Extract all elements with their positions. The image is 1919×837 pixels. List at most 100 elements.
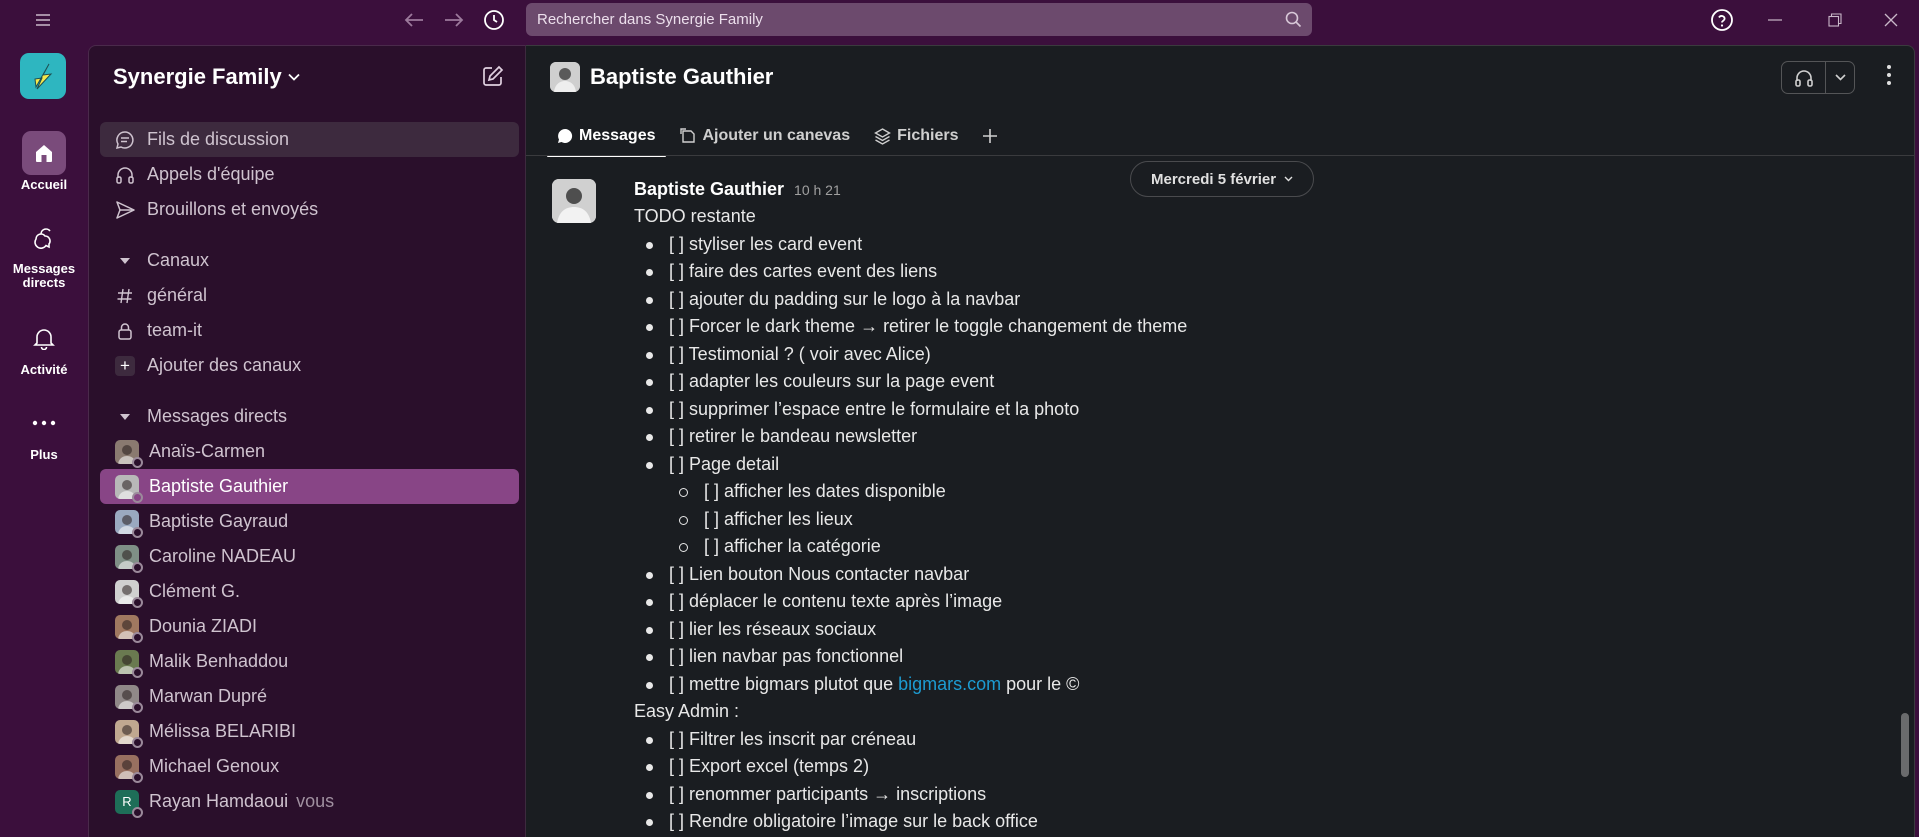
date-divider-button[interactable]: Mercredi 5 février	[1130, 161, 1315, 197]
plus-icon: +	[115, 355, 135, 376]
sidebar-item-dm[interactable]: Anaïs-Carmen	[100, 434, 519, 469]
sidebar-item-dm[interactable]: Michael Genoux	[100, 749, 519, 784]
minimize-icon[interactable]	[1760, 6, 1790, 34]
home-icon	[22, 131, 66, 175]
list-item-text: [ ] lien navbar pas fonctionnel	[669, 646, 904, 666]
list-item: [ ] ajouter du padding sur le logo à la …	[634, 286, 1834, 314]
sidebar-item-threads[interactable]: Fils de discussion	[100, 122, 519, 157]
layers-icon	[874, 127, 892, 145]
list-item: [ ] Forcer le dark theme → retirer le to…	[634, 313, 1834, 341]
sidebar-item-dm[interactable]: Clément G.	[100, 574, 519, 609]
sidebar-item-dm[interactable]: Mélissa BELARIBI	[100, 714, 519, 749]
list-item: [ ] afficher la catégorie	[634, 533, 1834, 561]
list-item: [ ] retirer le bandeau newsletter	[634, 423, 1834, 451]
avatar	[115, 684, 143, 713]
tab-add-canvas[interactable]: Ajouter un canevas	[670, 117, 861, 155]
date-label: Mercredi 5 février	[1151, 170, 1277, 188]
list-item-text: pour le ©	[1001, 673, 1080, 694]
dm-name: Malik Benhaddou	[149, 651, 289, 671]
list-item-text: [ ] afficher les lieux	[704, 508, 853, 529]
add-channels-button[interactable]: + Ajouter des canaux	[100, 348, 519, 383]
sidebar-item-drafts[interactable]: Brouillons et envoyés	[100, 192, 519, 227]
workspace-name[interactable]: Synergie Family	[113, 64, 300, 90]
list-item-text: [ ] déplacer le contenu texte après l’im…	[669, 591, 1003, 611]
lock-icon	[115, 321, 135, 341]
sidebar-item-dm[interactable]: Malik Benhaddou	[100, 644, 519, 679]
rail-activity[interactable]: Activité	[0, 316, 88, 377]
message-link[interactable]: bigmars.com	[898, 674, 1001, 694]
message-timestamp[interactable]: 10 h 21	[794, 182, 841, 198]
help-icon[interactable]	[1708, 6, 1736, 34]
list-item-text: TODO restante	[634, 206, 756, 226]
menu-icon[interactable]	[30, 8, 56, 32]
sidebar-item-label: Appels d'équipe	[147, 164, 275, 184]
headphones-icon[interactable]	[1782, 62, 1826, 93]
list-item: [ ] renommer participants → inscriptions	[634, 781, 1834, 809]
sidebar-item-dm[interactable]: Dounia ZIADI	[100, 609, 519, 644]
app-rail: Accueil Messages directs Activité Plus	[0, 40, 88, 837]
forward-arrow-icon[interactable]	[440, 6, 468, 34]
canvas-icon	[679, 127, 697, 145]
tab-files[interactable]: Fichiers	[864, 117, 968, 155]
list-item-text: [ ] renommer participants → inscriptions	[669, 783, 987, 804]
message-body: Baptiste Gauthier 10 h 21 TODO restante […	[634, 179, 1834, 836]
back-arrow-icon[interactable]	[400, 6, 428, 34]
rail-home[interactable]: Accueil	[0, 131, 88, 192]
sidebar-item-dm[interactable]: Caroline NADEAU	[100, 539, 519, 574]
message-author[interactable]: Baptiste Gauthier	[634, 179, 784, 200]
avatar[interactable]	[552, 179, 596, 223]
workspace-logo[interactable]	[20, 53, 66, 99]
plus-icon	[982, 128, 998, 144]
scrollbar-thumb[interactable]	[1901, 713, 1909, 777]
list-item-text: [ ] afficher la catégorie	[704, 536, 881, 556]
tab-label: Fichiers	[897, 127, 959, 144]
status-indicator	[132, 526, 143, 538]
thread-icon	[115, 130, 135, 150]
tab-label: Messages	[579, 127, 656, 144]
list-item: [ ] Filtrer les inscrit par créneau	[634, 726, 1834, 754]
sidebar-item-channel-team-it[interactable]: team-it	[100, 313, 519, 348]
huddle-button[interactable]	[1781, 61, 1855, 94]
status-indicator	[132, 736, 143, 748]
conversation-tabs: Messages Ajouter un canevas Fichiers	[547, 117, 1012, 157]
more-vertical-icon[interactable]	[1886, 64, 1892, 86]
sidebar-item-dm[interactable]: R Rayan Hamdaoui vous	[100, 784, 519, 819]
compose-icon[interactable]	[481, 64, 505, 88]
list-item-text: [ ] Page detail	[669, 453, 780, 474]
dm-name: Baptiste Gauthier	[149, 476, 289, 496]
dm-name: Michael Genoux	[149, 756, 280, 776]
rail-more[interactable]: Plus	[0, 401, 88, 462]
sidebar-item-huddles[interactable]: Appels d'équipe	[100, 157, 519, 192]
sidebar-item-dm[interactable]: Marwan Dupré	[100, 679, 519, 714]
list-item-text: [ ] mettre bigmars plutot que	[669, 673, 899, 694]
history-icon[interactable]	[479, 5, 509, 35]
sidebar-item-dm[interactable]: Baptiste Gayraud	[100, 504, 519, 539]
tab-messages[interactable]: Messages	[547, 117, 666, 157]
chevron-down-icon[interactable]	[1826, 74, 1854, 81]
caret-down-icon	[115, 413, 135, 421]
close-icon[interactable]	[1876, 6, 1906, 34]
sidebar-item-label: Brouillons et envoyés	[147, 199, 319, 219]
section-direct-messages[interactable]: Messages directs	[100, 399, 519, 434]
search-input[interactable]: Rechercher dans Synergie Family	[526, 3, 1312, 36]
list-item: [ ] Page detail	[634, 451, 1834, 479]
list-item: [ ] Lien bouton Nous contacter navbar	[634, 561, 1834, 589]
add-tab-button[interactable]	[972, 117, 1008, 155]
avatar	[115, 719, 143, 748]
list-item-text: [ ] Export excel (temps 2)	[669, 756, 870, 776]
dm-name: Rayan Hamdaoui	[149, 791, 289, 811]
list-item: [ ] lien navbar pas fonctionnel	[634, 643, 1834, 671]
restore-icon[interactable]	[1820, 6, 1850, 34]
add-channels-label: Ajouter des canaux	[147, 355, 302, 375]
conversation-header[interactable]: Baptiste Gauthier	[550, 62, 773, 92]
avatar	[115, 474, 143, 503]
section-channels[interactable]: Canaux	[100, 243, 519, 278]
list-item: [ ] déplacer le contenu texte après l’im…	[634, 588, 1834, 616]
sidebar-item-dm[interactable]: Baptiste Gauthier	[100, 469, 519, 504]
status-indicator	[132, 561, 143, 573]
workspace-title: Synergie Family	[113, 64, 282, 89]
list-item-text: [ ] styliser les card event	[669, 233, 863, 254]
sidebar-item-channel-general[interactable]: général	[100, 278, 519, 313]
search-icon	[1285, 11, 1302, 28]
rail-dms[interactable]: Messages directs	[0, 215, 88, 290]
